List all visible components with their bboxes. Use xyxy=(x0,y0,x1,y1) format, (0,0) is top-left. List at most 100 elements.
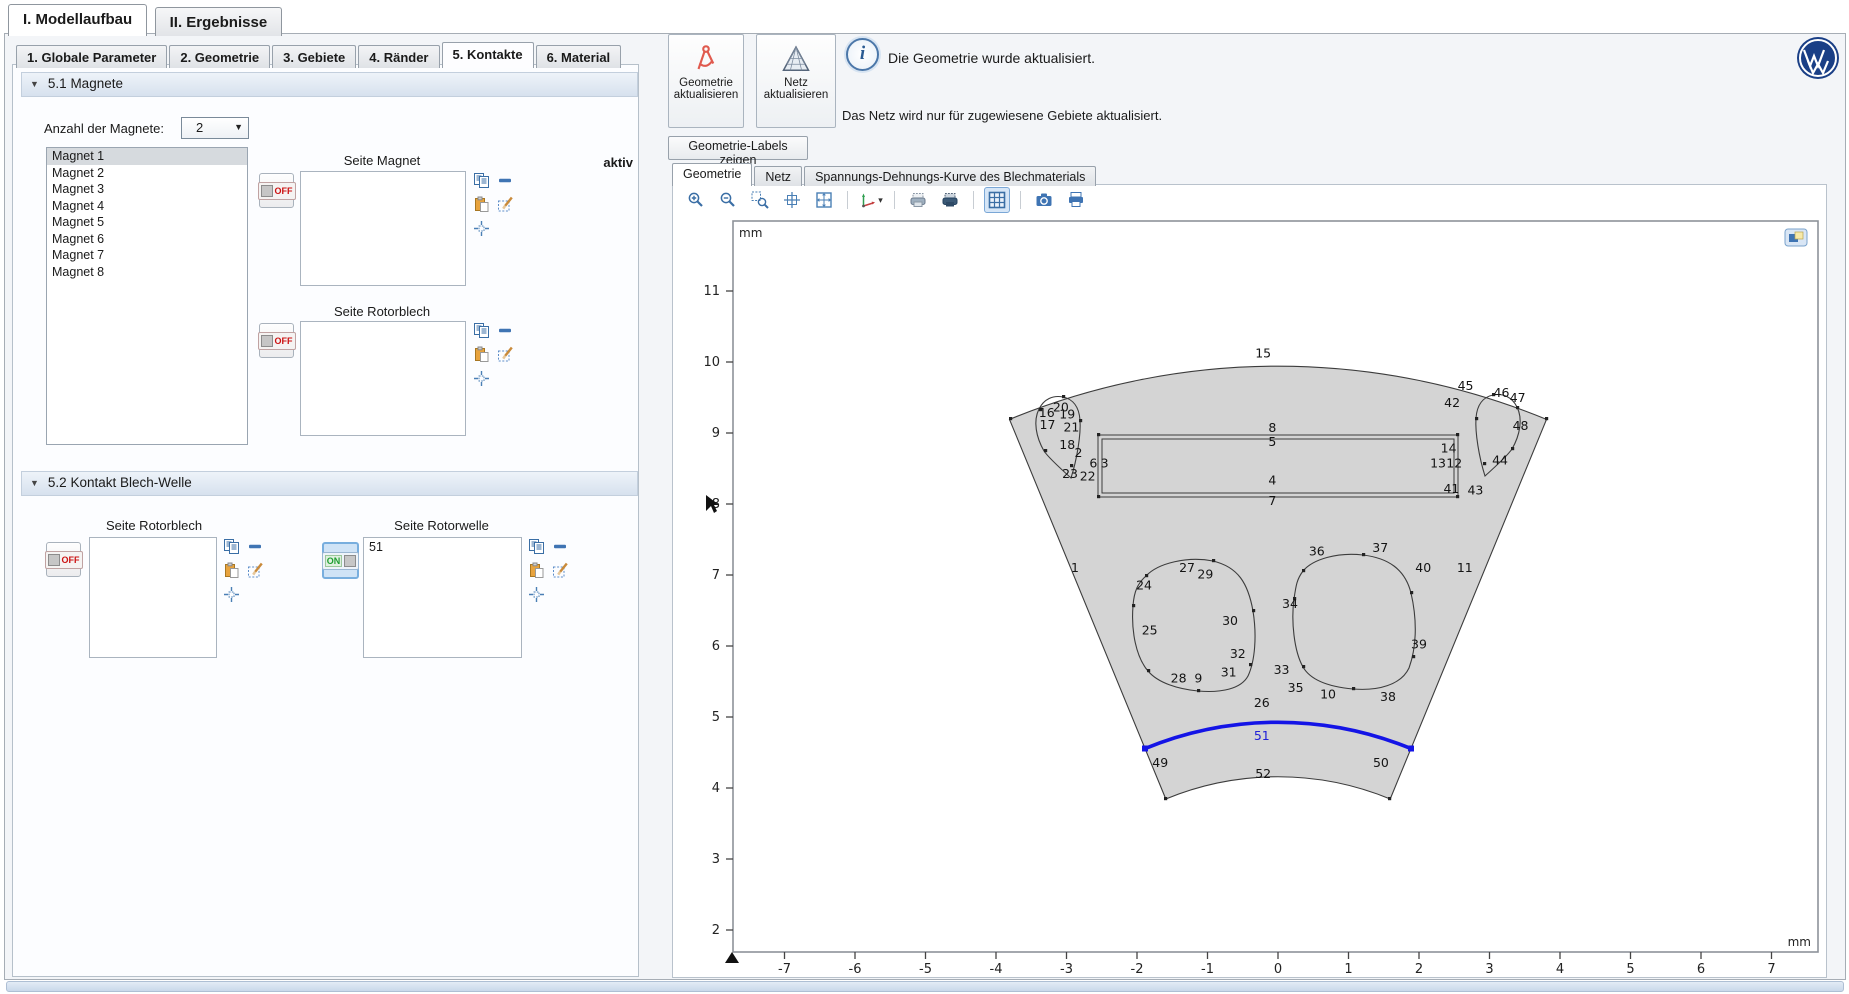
svg-text:13: 13 xyxy=(1430,456,1446,471)
view-tab-1[interactable]: Geometrie xyxy=(672,163,752,186)
geometry-status-message: Die Geometrie wurde aktualisiert. xyxy=(888,50,1095,66)
print-icon[interactable] xyxy=(1063,187,1089,213)
clear-selection-icon[interactable] xyxy=(497,346,514,363)
paste-icon[interactable] xyxy=(223,562,240,579)
svg-text:47: 47 xyxy=(1510,390,1526,405)
svg-text:32: 32 xyxy=(1230,646,1246,661)
sub-tab-1[interactable]: 1. Globale Parameter xyxy=(16,45,167,68)
clear-selection-icon[interactable] xyxy=(247,562,264,579)
magnet-list-item[interactable]: Magnet 1 xyxy=(47,148,247,165)
sub-tab-6[interactable]: 6. Material xyxy=(536,45,622,68)
svg-text:44: 44 xyxy=(1492,453,1508,468)
anzahl-magnete-label: Anzahl der Magnete: xyxy=(44,121,164,136)
svg-text:36: 36 xyxy=(1309,544,1325,559)
svg-text:1: 1 xyxy=(1344,962,1352,975)
svg-text:6: 6 xyxy=(1089,456,1097,471)
clear-selection-icon[interactable] xyxy=(552,562,569,579)
svg-text:28: 28 xyxy=(1171,671,1187,686)
kontakt-rotorblech-toggle[interactable]: OFF xyxy=(46,542,81,577)
tab-ergebnisse[interactable]: II. Ergebnisse xyxy=(155,7,283,36)
paste-icon[interactable] xyxy=(528,562,545,579)
tab-modellaufbau[interactable]: I. Modellaufbau xyxy=(8,4,147,36)
copy-icon[interactable] xyxy=(223,538,240,555)
sub-tab-5[interactable]: 5. Kontakte xyxy=(442,42,534,68)
seite-magnet-selection-toolbar xyxy=(473,172,514,237)
collapse-caret-icon[interactable]: ▼ xyxy=(30,478,39,488)
geometrie-labels-zeigen-button[interactable]: Geometrie-Labels zeigen xyxy=(668,136,808,160)
svg-text:22: 22 xyxy=(1080,468,1096,483)
plot-mini-icon[interactable] xyxy=(1785,229,1807,246)
svg-text:11: 11 xyxy=(1457,560,1473,575)
kontakt-rotorblech-selection-toolbar xyxy=(223,538,264,603)
remove-icon[interactable] xyxy=(247,538,264,555)
zoom-out-icon[interactable] xyxy=(715,187,741,213)
zoom-to-selection-icon[interactable] xyxy=(473,370,490,387)
graphics-tab-bar: GeometrieNetzSpannungs-Dehnungs-Kurve de… xyxy=(672,163,1098,186)
zoom-extents-icon[interactable] xyxy=(811,187,837,213)
clear-selection-icon[interactable] xyxy=(497,196,514,213)
grid-icon[interactable] xyxy=(984,187,1010,213)
svg-text:9: 9 xyxy=(1194,671,1202,686)
kontakt-rotorblech-selection-box[interactable] xyxy=(89,537,217,658)
chevron-down-icon: ▼ xyxy=(234,122,243,132)
compass-icon xyxy=(669,44,743,77)
magnet-list[interactable]: Magnet 1Magnet 2Magnet 3Magnet 4Magnet 5… xyxy=(46,147,248,445)
geometry-plot[interactable]: -7-6-5-4-3-2-101234567234567891011mmmm 1… xyxy=(673,217,1825,975)
section-header-magnete[interactable]: ▼5.1 Magnete xyxy=(21,72,638,97)
magnet-list-item[interactable]: Magnet 5 xyxy=(47,214,247,231)
zoom-box-icon[interactable] xyxy=(747,187,773,213)
kontakt-rotorwelle-toggle[interactable]: ON xyxy=(322,542,359,579)
svg-text:24: 24 xyxy=(1136,578,1152,593)
zoom-to-selection-icon[interactable] xyxy=(473,220,490,237)
zoom-selected-icon[interactable] xyxy=(779,187,805,213)
anzahl-magnete-select[interactable]: 2 ▼ xyxy=(181,117,249,139)
paste-icon[interactable] xyxy=(473,196,490,213)
magnet-list-item[interactable]: Magnet 3 xyxy=(47,181,247,198)
seite-rotorblech-toggle[interactable]: OFF xyxy=(259,323,294,358)
svg-text:mm: mm xyxy=(1788,935,1811,949)
seite-magnet-toggle[interactable]: OFF xyxy=(259,173,294,208)
sub-tab-3[interactable]: 3. Gebiete xyxy=(272,45,356,68)
bottom-collapsed-panel[interactable] xyxy=(6,981,1844,992)
sub-tab-2[interactable]: 2. Geometrie xyxy=(169,45,270,68)
svg-text:0: 0 xyxy=(1274,962,1282,975)
remove-icon[interactable] xyxy=(497,322,514,339)
remove-icon[interactable] xyxy=(552,538,569,555)
svg-text:4: 4 xyxy=(712,781,720,796)
seite-magnet-selection-box[interactable] xyxy=(300,171,466,286)
selected-edge-value[interactable]: 51 xyxy=(364,538,521,554)
copy-icon[interactable] xyxy=(473,172,490,189)
zoom-in-icon[interactable] xyxy=(683,187,709,213)
zoom-to-selection-icon[interactable] xyxy=(223,586,240,603)
copy-icon[interactable] xyxy=(528,538,545,555)
svg-text:2: 2 xyxy=(1075,445,1083,460)
geometrie-aktualisieren-button[interactable]: Geometrie aktualisieren xyxy=(668,34,744,128)
kontakt-rotorwelle-selection-box[interactable]: 51 xyxy=(363,537,522,658)
collapse-caret-icon[interactable]: ▼ xyxy=(30,79,39,89)
svg-text:9: 9 xyxy=(712,426,720,441)
snapshot-icon[interactable] xyxy=(1031,187,1057,213)
remove-icon[interactable] xyxy=(497,172,514,189)
svg-text:51: 51 xyxy=(1254,728,1270,743)
export-image-dark-icon[interactable] xyxy=(937,187,963,213)
zoom-to-selection-icon[interactable] xyxy=(528,586,545,603)
paste-icon[interactable] xyxy=(473,346,490,363)
svg-text:4: 4 xyxy=(1556,962,1564,975)
section-header-kontakt[interactable]: ▼5.2 Kontakt Blech-Welle xyxy=(21,471,638,496)
sub-tab-4[interactable]: 4. Ränder xyxy=(358,45,439,68)
svg-text:mm: mm xyxy=(739,226,762,240)
magnet-list-item[interactable]: Magnet 4 xyxy=(47,198,247,215)
magnet-list-item[interactable]: Magnet 6 xyxy=(47,231,247,248)
export-image-icon[interactable] xyxy=(905,187,931,213)
seite-rotorblech-selection-box[interactable] xyxy=(300,321,466,436)
magnet-list-item[interactable]: Magnet 7 xyxy=(47,247,247,264)
view-tab-2[interactable]: Netz xyxy=(754,166,802,186)
svg-text:17: 17 xyxy=(1040,417,1056,432)
copy-icon[interactable] xyxy=(473,322,490,339)
magnet-list-item[interactable]: Magnet 8 xyxy=(47,264,247,281)
magnet-list-item[interactable]: Magnet 2 xyxy=(47,165,247,182)
netz-aktualisieren-button[interactable]: Netz aktualisieren xyxy=(756,34,836,128)
svg-text:40: 40 xyxy=(1415,560,1431,575)
view-tab-3[interactable]: Spannungs-Dehnungs-Kurve des Blechmateri… xyxy=(804,166,1096,186)
axes-icon[interactable]: ▾ xyxy=(858,187,884,213)
